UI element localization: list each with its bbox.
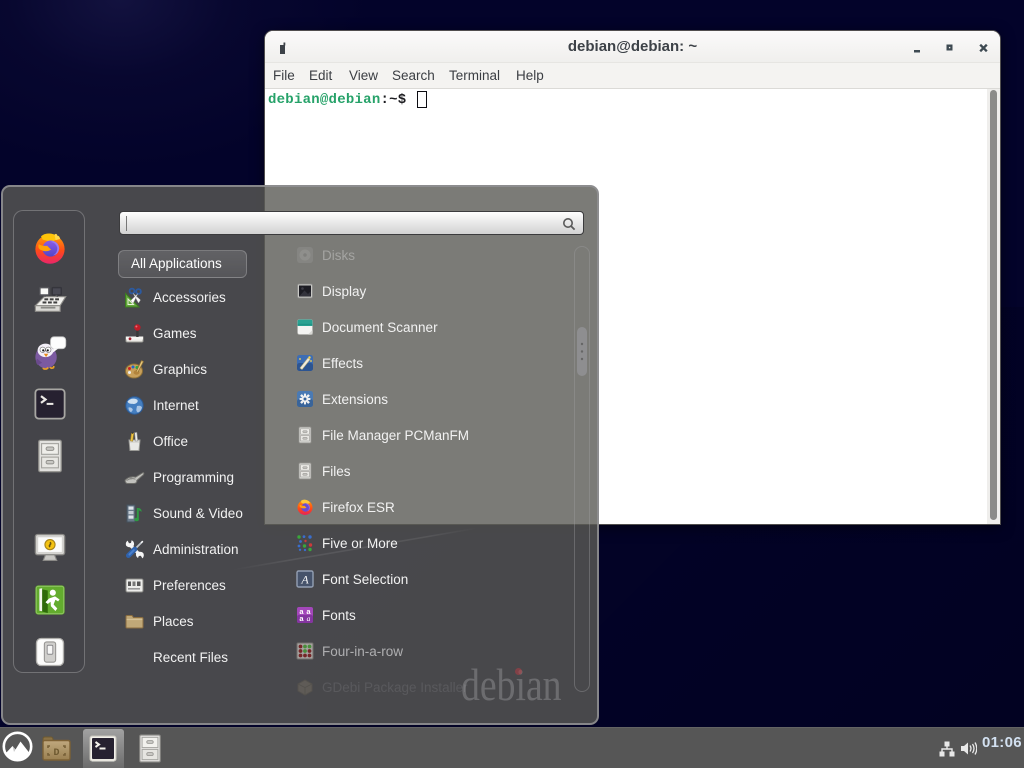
svg-text:A: A bbox=[300, 573, 309, 587]
svg-text:a: a bbox=[307, 614, 311, 623]
svg-text:D: D bbox=[53, 748, 59, 759]
